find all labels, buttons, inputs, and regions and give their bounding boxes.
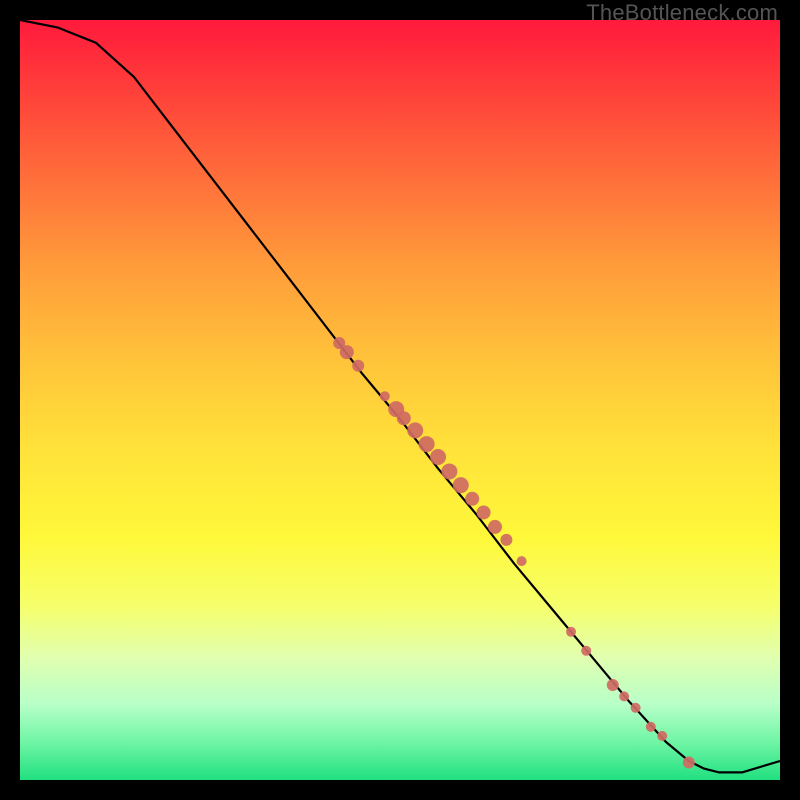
data-point [419,436,435,452]
bottleneck-curve [20,20,780,772]
data-points-group [333,337,695,769]
data-point [441,463,457,479]
data-point [631,703,641,713]
data-point [581,646,591,656]
data-point [380,391,390,401]
data-point [465,492,479,506]
data-point [352,360,364,372]
chart-overlay [20,20,780,780]
data-point [430,449,446,465]
data-point [407,422,423,438]
data-point [657,731,667,741]
data-point [453,477,469,493]
data-point [477,505,491,519]
data-point [500,534,512,546]
data-point [517,556,527,566]
data-point [488,520,502,534]
data-point [619,691,629,701]
data-point [683,757,695,769]
watermark-text: TheBottleneck.com [586,0,778,26]
data-point [340,345,354,359]
data-point [646,722,656,732]
data-point [607,679,619,691]
data-point [397,411,411,425]
data-point [566,627,576,637]
